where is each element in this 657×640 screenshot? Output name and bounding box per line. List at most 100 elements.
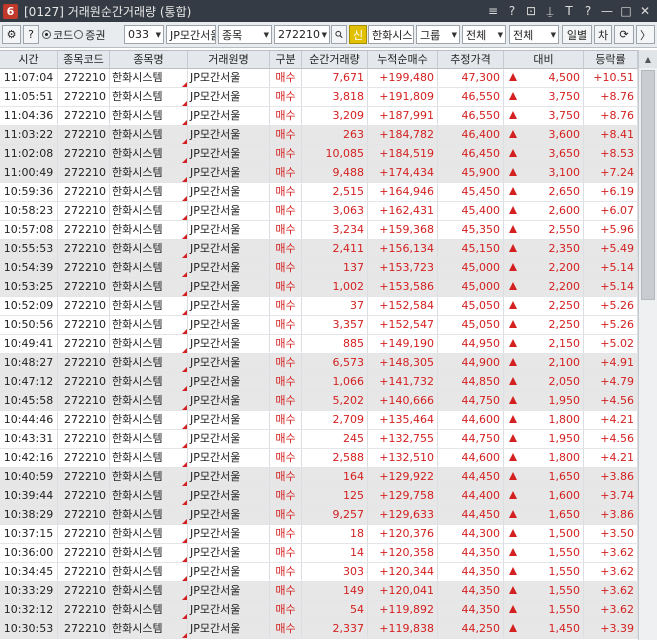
cell-text-broker-name: JP모간서울 xyxy=(190,584,241,597)
table-row[interactable]: 10:49:41 272210 한화시스템 JP모간서울 매수 885 +149,190 44… xyxy=(0,335,638,354)
radio-code[interactable] xyxy=(42,30,51,39)
title-button-icon[interactable]: ⊡ xyxy=(523,2,539,20)
radio-broker[interactable] xyxy=(74,30,84,39)
table-row[interactable]: 10:45:58 272210 한화시스템 JP모간서울 매수 5,202 +140,666… xyxy=(0,392,638,411)
vertical-scrollbar[interactable]: ▲ xyxy=(638,50,657,640)
cell-stock-code: 272210 xyxy=(58,316,110,334)
search-icon[interactable] xyxy=(331,25,347,44)
cell-text-stock-code: 272210 xyxy=(64,109,106,122)
cell-text-change: 1,500 xyxy=(548,527,581,540)
column-header-change[interactable]: 대비 xyxy=(504,51,584,69)
cell-text-cumulative-net-buy: +187,991 xyxy=(379,109,434,122)
scroll-thumb[interactable] xyxy=(641,70,655,300)
daily-button[interactable]: 일별 xyxy=(562,25,592,44)
cell-text-change: 1,800 xyxy=(548,451,581,464)
scroll-up-icon[interactable]: ▲ xyxy=(639,50,657,68)
table-row[interactable]: 10:30:53 272210 한화시스템 JP모간서울 매수 2,337 +119,838… xyxy=(0,620,638,639)
title-button-icon[interactable]: ? xyxy=(580,2,596,20)
help-button[interactable]: ? xyxy=(23,25,39,44)
title-buttons: ≡? ⊡ ⍊ T? — □ ✕ xyxy=(485,2,653,20)
title-button-icon[interactable]: — xyxy=(599,2,615,20)
column-header-cumulative-net-buy[interactable]: 누적순매수 xyxy=(368,51,438,69)
column-header-change-rate[interactable]: 등락률 xyxy=(584,51,638,69)
cell-text-change-rate: +5.14 xyxy=(600,280,634,293)
column-header-instant-volume[interactable]: 순간거래량 xyxy=(302,51,368,69)
table-row[interactable]: 10:38:29 272210 한화시스템 JP모간서울 매수 9,257 +129,633… xyxy=(0,506,638,525)
table-row[interactable]: 11:02:08 272210 한화시스템 JP모간서울 매수 10,085 +184,51… xyxy=(0,145,638,164)
table-row[interactable]: 11:03:22 272210 한화시스템 JP모간서울 매수 263 +184,782 46… xyxy=(0,126,638,145)
diff-button[interactable]: 차 xyxy=(594,25,612,44)
cell-text-cumulative-net-buy: +129,922 xyxy=(379,470,434,483)
red-flag-marker xyxy=(182,158,187,163)
red-flag-marker xyxy=(182,348,187,353)
cell-text-change: 3,100 xyxy=(548,166,581,179)
filter-all-select-1[interactable]: 전체 ▼ xyxy=(462,25,506,44)
title-button-icon[interactable]: ≡ xyxy=(485,2,501,20)
cell-cumulative-net-buy: +191,809 xyxy=(368,88,438,106)
table-row[interactable]: 10:33:29 272210 한화시스템 JP모간서울 매수 149 +120,041 44… xyxy=(0,582,638,601)
cell-instant-volume: 1,002 xyxy=(302,278,368,296)
table-row[interactable]: 10:55:53 272210 한화시스템 JP모간서울 매수 2,411 +156,134… xyxy=(0,240,638,259)
table-row[interactable]: 10:43:31 272210 한화시스템 JP모간서울 매수 245 +132,755 44… xyxy=(0,430,638,449)
stock-code-input[interactable]: 272210 ▼ xyxy=(274,25,330,44)
column-header-broker-name[interactable]: 거래원명 xyxy=(188,51,270,69)
cell-stock-code: 272210 xyxy=(58,221,110,239)
cell-side: 매수 xyxy=(270,202,302,220)
cell-time: 11:04:36 xyxy=(0,107,58,125)
table-row[interactable]: 11:05:51 272210 한화시스템 JP모간서울 매수 3,818 +191,809… xyxy=(0,88,638,107)
broker-code-select[interactable]: 033 ▼ xyxy=(124,25,164,44)
red-flag-marker xyxy=(182,177,187,182)
table-row[interactable]: 10:34:45 272210 한화시스템 JP모간서울 매수 303 +120,344 44… xyxy=(0,563,638,582)
table-row[interactable]: 10:44:46 272210 한화시스템 JP모간서울 매수 2,709 +135,464… xyxy=(0,411,638,430)
cell-text-side: 매수 xyxy=(275,546,296,559)
title-button-icon[interactable]: □ xyxy=(618,2,634,20)
cell-text-stock-name: 한화시스템 xyxy=(112,432,163,445)
table-row[interactable]: 10:42:16 272210 한화시스템 JP모간서울 매수 2,588 +132,510… xyxy=(0,449,638,468)
table-row[interactable]: 10:59:36 272210 한화시스템 JP모간서울 매수 2,515 +164,946… xyxy=(0,183,638,202)
table-row[interactable]: 10:37:15 272210 한화시스템 JP모간서울 매수 18 +120,376 44,… xyxy=(0,525,638,544)
cell-cumulative-net-buy: +129,922 xyxy=(368,468,438,486)
title-button-icon[interactable]: T xyxy=(561,2,577,20)
cell-text-change-rate: +5.26 xyxy=(600,299,634,312)
cell-change: 3,600 xyxy=(504,126,584,144)
table-row[interactable]: 10:32:12 272210 한화시스템 JP모간서울 매수 54 +119,892 44,… xyxy=(0,601,638,620)
table-row[interactable]: 10:57:08 272210 한화시스템 JP모간서울 매수 3,234 +159,368… xyxy=(0,221,638,240)
column-header-time[interactable]: 시간 xyxy=(0,51,58,69)
filter-all-select-2[interactable]: 전체 ▼ xyxy=(509,25,559,44)
column-header-stock-code[interactable]: 종목코드 xyxy=(58,51,110,69)
table-row[interactable]: 10:47:12 272210 한화시스템 JP모간서울 매수 1,066 +141,732… xyxy=(0,373,638,392)
table-row[interactable]: 10:58:23 272210 한화시스템 JP모간서울 매수 3,063 +162,431… xyxy=(0,202,638,221)
title-button-icon[interactable]: ⍊ xyxy=(542,2,558,20)
title-button-icon[interactable]: ? xyxy=(504,2,520,20)
group-select[interactable]: 그룹 ▼ xyxy=(416,25,460,44)
settings-gear-icon[interactable]: ⚙ xyxy=(2,25,21,44)
cell-text-cumulative-net-buy: +174,434 xyxy=(379,166,434,179)
column-header-estimated-price[interactable]: 추정가격 xyxy=(438,51,504,69)
title-button-icon[interactable]: ✕ xyxy=(637,2,653,20)
table-row[interactable]: 10:54:39 272210 한화시스템 JP모간서울 매수 137 +153,723 45… xyxy=(0,259,638,278)
cell-change: 3,650 xyxy=(504,145,584,163)
cell-stock-name: 한화시스템 xyxy=(110,335,188,353)
type-select[interactable]: 종목 ▼ xyxy=(218,25,272,44)
cell-text-estimated-price: 44,750 xyxy=(461,394,501,407)
cell-text-change-rate: +3.86 xyxy=(600,470,634,483)
column-header-stock-name[interactable]: 종목명 xyxy=(110,51,188,69)
table-row[interactable]: 11:04:36 272210 한화시스템 JP모간서울 매수 3,209 +187,991… xyxy=(0,107,638,126)
table-row[interactable]: 10:36:00 272210 한화시스템 JP모간서울 매수 14 +120,358 44,… xyxy=(0,544,638,563)
table-row[interactable]: 10:53:25 272210 한화시스템 JP모간서울 매수 1,002 +153,586… xyxy=(0,278,638,297)
broker-name-field[interactable]: JP모간서울 xyxy=(166,25,216,44)
collapse-icon[interactable]: 〉 xyxy=(636,25,655,44)
table-row[interactable]: 10:40:59 272210 한화시스템 JP모간서울 매수 164 +129,922 44… xyxy=(0,468,638,487)
refresh-icon[interactable]: ⟳ xyxy=(614,25,634,44)
table-row[interactable]: 10:50:56 272210 한화시스템 JP모간서울 매수 3,357 +152,547… xyxy=(0,316,638,335)
cell-text-estimated-price: 45,450 xyxy=(461,185,501,198)
column-header-side[interactable]: 구분 xyxy=(270,51,302,69)
table-row[interactable]: 11:00:49 272210 한화시스템 JP모간서울 매수 9,488 +174,434… xyxy=(0,164,638,183)
table-row[interactable]: 10:52:09 272210 한화시스템 JP모간서울 매수 37 +152,584 45,… xyxy=(0,297,638,316)
table-row[interactable]: 11:07:04 272210 한화시스템 JP모간서울 매수 7,671 +199,480… xyxy=(0,69,638,88)
cell-stock-name: 한화시스템 xyxy=(110,145,188,163)
cell-time: 10:38:29 xyxy=(0,506,58,524)
cell-broker-name: JP모간서울 xyxy=(188,107,270,125)
table-row[interactable]: 10:39:44 272210 한화시스템 JP모간서울 매수 125 +129,758 44… xyxy=(0,487,638,506)
table-row[interactable]: 10:48:27 272210 한화시스템 JP모간서울 매수 6,573 +148,305… xyxy=(0,354,638,373)
